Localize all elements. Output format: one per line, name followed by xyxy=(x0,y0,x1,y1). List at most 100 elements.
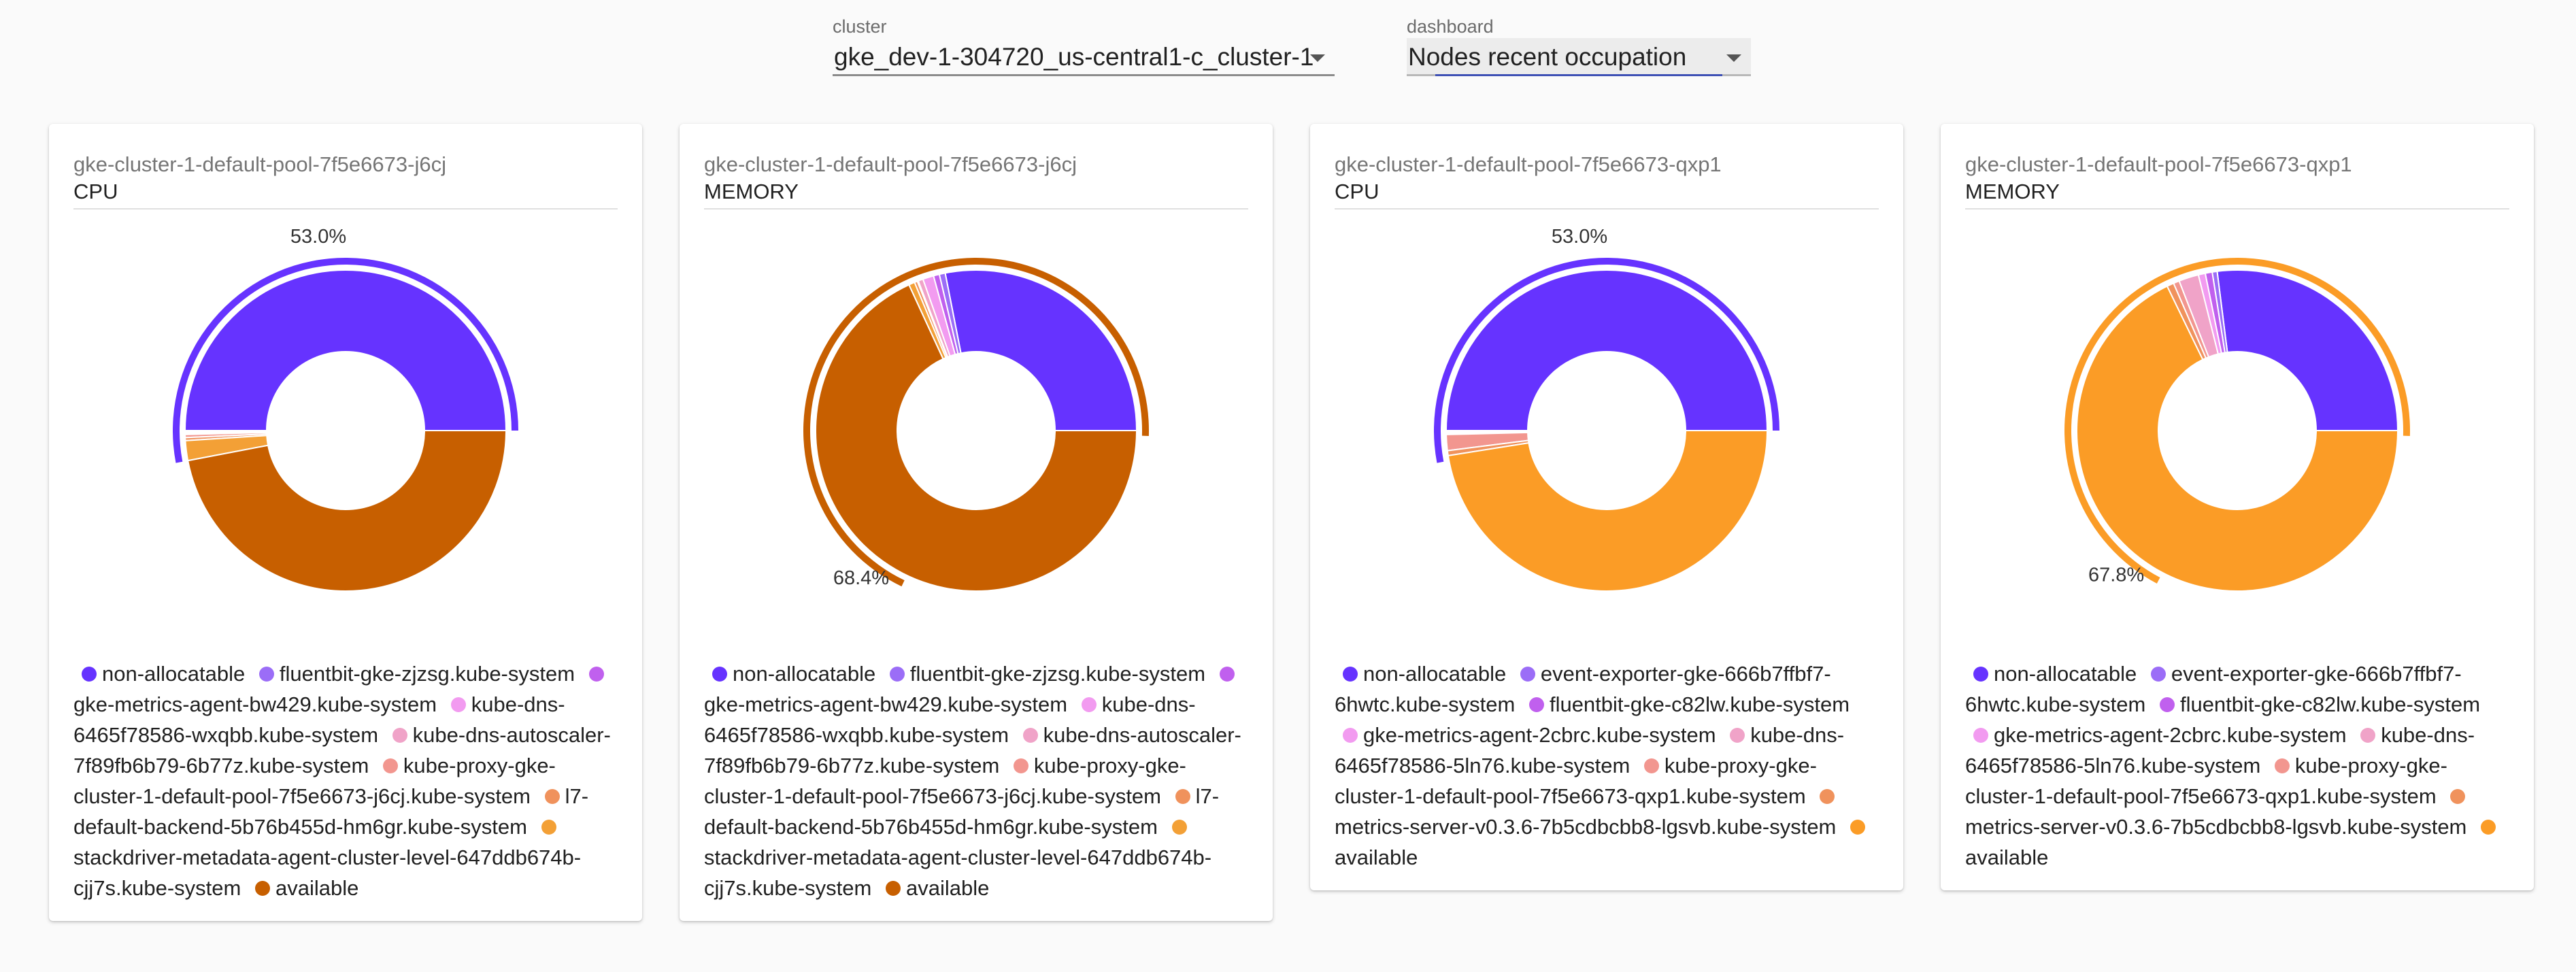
resource-title: MEMORY xyxy=(1965,178,2509,210)
legend-swatch xyxy=(1850,819,1866,835)
legend-label: available xyxy=(1335,845,1418,869)
legend-swatch xyxy=(712,666,727,682)
legend-label: non-allocatable xyxy=(1994,662,2137,686)
chart-card-3: gke-cluster-1-default-pool-7f5e6673-qxp1… xyxy=(1310,124,1903,890)
dashboard-select[interactable]: Nodes recent occupation xyxy=(1407,38,1751,76)
chevron-down-icon xyxy=(1726,54,1741,62)
donut-chart: 53.0% xyxy=(172,226,518,592)
legend-label: non-allocatable xyxy=(733,662,876,686)
legend-label: gke-metrics-agent-bw429.kube-system xyxy=(704,692,1068,716)
legend-swatch xyxy=(254,880,270,896)
legend-swatch xyxy=(1528,697,1544,712)
legend-label: non-allocatable xyxy=(102,662,246,686)
pie-slice-available[interactable] xyxy=(187,430,507,592)
legend-item-non-allocatable[interactable]: non-allocatable xyxy=(1965,662,2137,686)
legend-swatch xyxy=(1013,758,1028,773)
cluster-label: cluster xyxy=(833,16,887,37)
pie-slice-non-allocatable[interactable] xyxy=(944,269,1138,431)
legend-label: gke-metrics-agent-bw429.kube-system xyxy=(73,692,437,716)
legend-item-gke-metrics-agent-2cbrc-kube-system[interactable]: gke-metrics-agent-2cbrc.kube-system xyxy=(1965,723,2347,747)
pie-slice-non-allocatable[interactable] xyxy=(1445,269,1769,431)
legend-swatch xyxy=(1973,666,1988,682)
legend-label: fluentbit-gke-c82lw.kube-system xyxy=(2179,692,2481,716)
legend-label: available xyxy=(1965,845,2049,869)
node-name: gke-cluster-1-default-pool-7f5e6673-j6cj xyxy=(73,152,446,176)
legend-item-fluentbit-gke-c82lw-kube-system[interactable]: fluentbit-gke-c82lw.kube-system xyxy=(2152,692,2480,716)
cluster-select-value: gke_dev-1-304720_us-central1-c_cluster-1 xyxy=(834,43,1314,71)
node-name: gke-cluster-1-default-pool-7f5e6673-qxp1 xyxy=(1965,152,2352,176)
legend-label: gke-metrics-agent-2cbrc.kube-system xyxy=(1994,723,2347,747)
legend-swatch xyxy=(1219,666,1235,682)
legend-swatch xyxy=(2450,788,2466,804)
pie-slice-non-allocatable[interactable] xyxy=(184,269,507,431)
legend-swatch xyxy=(1730,727,1745,743)
legend-label: metrics-server-v0.3.6-7b5cdbcbb8-lgsvb.k… xyxy=(1965,815,2467,839)
legend-item-available[interactable]: available xyxy=(877,876,989,900)
legend-swatch xyxy=(1520,666,1535,682)
legend-swatch xyxy=(1820,788,1835,804)
legend-item-non-allocatable[interactable]: non-allocatable xyxy=(704,662,875,686)
cluster-select-group: cluster gke_dev-1-304720_us-central1-c_c… xyxy=(833,15,1335,76)
donut-chart: 67.8% xyxy=(2064,258,2410,592)
legend-label: available xyxy=(905,876,990,900)
legend-swatch xyxy=(1081,697,1097,712)
dashboard-select-value: Nodes recent occupation xyxy=(1408,43,1687,71)
legend-label: fluentbit-gke-c82lw.kube-system xyxy=(1549,692,1850,716)
donut-chart: 68.4% xyxy=(803,258,1149,592)
percent-label: 67.8% xyxy=(2088,565,2144,586)
donut-chart: 53.0% xyxy=(1434,226,1779,592)
dashboard-select-group: dashboard Nodes recent occupation xyxy=(1407,15,1751,76)
legend-swatch xyxy=(588,666,604,682)
legend-label: available xyxy=(275,876,359,900)
legend-swatch xyxy=(544,788,560,804)
legend-swatch xyxy=(258,666,274,682)
legend-item-gke-metrics-agent-2cbrc-kube-system[interactable]: gke-metrics-agent-2cbrc.kube-system xyxy=(1335,723,1716,747)
legend-swatch xyxy=(392,727,407,743)
resource-title: CPU xyxy=(1335,178,1879,210)
dashboard-select-focus-underline xyxy=(1435,74,1722,76)
legend-swatch xyxy=(1343,666,1358,682)
legend-swatch xyxy=(1643,758,1659,773)
legend-swatch xyxy=(82,666,97,682)
cluster-select[interactable]: gke_dev-1-304720_us-central1-c_cluster-1 xyxy=(833,38,1335,76)
chart-card-2: gke-cluster-1-default-pool-7f5e6673-j6cj… xyxy=(680,124,1273,921)
legend-item-non-allocatable[interactable]: non-allocatable xyxy=(1335,662,1506,686)
legend-label: fluentbit-gke-zjzsg.kube-system xyxy=(909,662,1206,686)
legend-swatch xyxy=(1343,727,1358,743)
legend-item-fluentbit-gke-zjzsg-kube-system[interactable]: fluentbit-gke-zjzsg.kube-system xyxy=(882,662,1205,686)
chart-legend: non-allocatable event-exporter-gke-666b7… xyxy=(1335,658,1879,890)
legend-swatch xyxy=(2274,758,2290,773)
legend-swatch xyxy=(1973,727,1988,743)
percent-label: 53.0% xyxy=(290,226,346,248)
legend-swatch xyxy=(382,758,398,773)
legend-label: metrics-server-v0.3.6-7b5cdbcbb8-lgsvb.k… xyxy=(1335,815,1837,839)
legend-swatch xyxy=(2150,666,2166,682)
resource-title: CPU xyxy=(73,178,618,210)
dashboard-label: dashboard xyxy=(1407,16,1494,37)
node-name: gke-cluster-1-default-pool-7f5e6673-j6cj xyxy=(704,152,1077,176)
legend-swatch xyxy=(885,880,901,896)
chart-legend: non-allocatable event-exporter-gke-666b7… xyxy=(1965,658,2509,890)
node-name: gke-cluster-1-default-pool-7f5e6673-qxp1 xyxy=(1335,152,1722,176)
percent-label: 68.4% xyxy=(833,567,889,589)
chart-card-1: gke-cluster-1-default-pool-7f5e6673-j6cj… xyxy=(49,124,642,921)
legend-label: fluentbit-gke-zjzsg.kube-system xyxy=(279,662,575,686)
legend-item-available[interactable]: available xyxy=(247,876,358,900)
legend-swatch xyxy=(2481,819,2496,835)
legend-swatch xyxy=(2159,697,2175,712)
chart-legend: non-allocatable fluentbit-gke-zjzsg.kube… xyxy=(704,658,1248,921)
legend-item-non-allocatable[interactable]: non-allocatable xyxy=(73,662,245,686)
pie-slice-available[interactable] xyxy=(1447,430,1769,592)
legend-item-fluentbit-gke-zjzsg-kube-system[interactable]: fluentbit-gke-zjzsg.kube-system xyxy=(251,662,575,686)
legend-item-fluentbit-gke-c82lw-kube-system[interactable]: fluentbit-gke-c82lw.kube-system xyxy=(1521,692,1850,716)
legend-swatch xyxy=(2360,727,2376,743)
chevron-down-icon xyxy=(1310,54,1325,62)
legend-swatch xyxy=(889,666,905,682)
chart-card-4: gke-cluster-1-default-pool-7f5e6673-qxp1… xyxy=(1941,124,2534,890)
chart-legend: non-allocatable fluentbit-gke-zjzsg.kube… xyxy=(73,658,618,921)
legend-swatch xyxy=(1022,727,1038,743)
legend-label: non-allocatable xyxy=(1363,662,1507,686)
legend-swatch xyxy=(1171,819,1187,835)
pie-slice-non-allocatable[interactable] xyxy=(2216,269,2399,431)
resource-title: MEMORY xyxy=(704,178,1248,210)
